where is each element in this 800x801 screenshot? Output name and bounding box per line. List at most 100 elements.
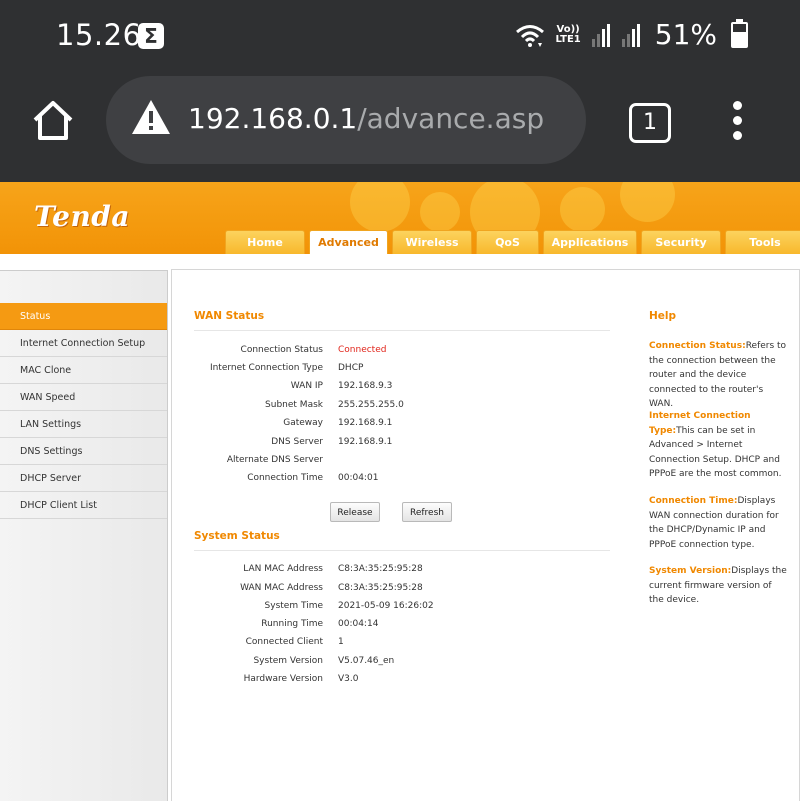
menu-dot-icon — [732, 131, 742, 140]
row-value: 00:04:14 — [338, 619, 379, 629]
row-label: System Time — [264, 601, 323, 611]
tab-qos[interactable]: QoS — [476, 230, 539, 254]
router-header: Tenda Home Advanced Wireless QoS Applica… — [0, 182, 800, 254]
wan-row: DNS Server 192.168.9.1 — [172, 437, 633, 451]
row-value: C8:3A:35:25:95:28 — [338, 583, 423, 593]
tab-advanced[interactable]: Advanced — [309, 230, 388, 254]
sidebar-menu: Status Internet Connection Setup MAC Clo… — [0, 303, 167, 519]
wan-row: Internet Connection Type DHCP — [172, 363, 633, 377]
divider — [194, 550, 610, 551]
row-value: 255.255.255.0 — [338, 400, 404, 410]
row-label: Connected Client — [245, 637, 323, 647]
wan-row: WAN IP 192.168.9.3 — [172, 381, 633, 395]
sidebar-item-status[interactable]: Status — [0, 303, 167, 330]
tenda-logo[interactable]: Tenda — [34, 200, 130, 233]
wan-row: Alternate DNS Server — [172, 455, 633, 469]
main-panel: WAN Status Connection Status Connected In… — [171, 269, 634, 801]
help-entry: System Version:Displays the current firm… — [649, 564, 787, 608]
row-label: Connection Status — [240, 345, 323, 355]
wan-status-title: WAN Status — [194, 310, 265, 322]
connection-status-value: Connected — [338, 345, 387, 355]
row-value: V5.07.46_en — [338, 656, 395, 666]
decor-bubble — [560, 187, 605, 232]
menu-dot-icon — [732, 116, 742, 125]
main-nav: Home Advanced Wireless QoS Applications … — [225, 230, 800, 254]
url-host: 192.168.0.1 — [188, 102, 358, 135]
overflow-menu-button[interactable] — [729, 101, 745, 141]
row-value: 192.168.9.3 — [338, 381, 393, 391]
row-value: 192.168.9.1 — [338, 437, 393, 447]
help-term: Connection Time: — [649, 496, 738, 506]
tab-tools[interactable]: Tools — [725, 230, 800, 254]
decor-bubble — [420, 192, 460, 232]
row-value: 00:04:01 — [338, 473, 379, 483]
home-icon — [33, 101, 73, 140]
sidebar-item-dhcp-server[interactable]: DHCP Server — [0, 465, 167, 492]
help-term: System Version: — [649, 566, 732, 576]
row-label: LAN MAC Address — [243, 564, 323, 574]
row-value: 1 — [338, 637, 344, 647]
tab-security[interactable]: Security — [641, 230, 721, 254]
wan-row: Subnet Mask 255.255.255.0 — [172, 400, 633, 414]
row-label: Hardware Version — [243, 674, 323, 684]
not-secure-warning-icon[interactable] — [130, 98, 172, 140]
row-value: 192.168.9.1 — [338, 418, 393, 428]
system-row: System Version V5.07.46_en — [172, 656, 633, 670]
battery-icon — [731, 18, 748, 48]
divider — [194, 330, 610, 331]
tab-applications[interactable]: Applications — [543, 230, 637, 254]
sidebar: Status Internet Connection Setup MAC Clo… — [0, 270, 168, 801]
clock: 15.26 — [56, 18, 142, 52]
address-bar[interactable]: 192.168.0.1/advance.asp — [106, 76, 586, 164]
notification-sigma-icon: Σ — [138, 23, 164, 49]
status-bar: 15.26 Σ Vo)) LTE1 51% — [0, 0, 800, 76]
system-row: Running Time 00:04:14 — [172, 619, 633, 633]
browser-toolbar: 192.168.0.1/advance.asp 1 — [0, 76, 800, 182]
system-status-title: System Status — [194, 530, 280, 542]
sidebar-item-mac-clone[interactable]: MAC Clone — [0, 357, 167, 384]
sidebar-item-lan-settings[interactable]: LAN Settings — [0, 411, 167, 438]
tab-wireless[interactable]: Wireless — [392, 230, 472, 254]
row-value: 2021-05-09 16:26:02 — [338, 601, 434, 611]
wan-row: Gateway 192.168.9.1 — [172, 418, 633, 432]
system-row: System Time 2021-05-09 16:26:02 — [172, 601, 633, 615]
system-row: LAN MAC Address C8:3A:35:25:95:28 — [172, 564, 633, 578]
row-label: Alternate DNS Server — [226, 455, 323, 465]
sidebar-item-wan-speed[interactable]: WAN Speed — [0, 384, 167, 411]
wan-row: Connection Time 00:04:01 — [172, 473, 633, 487]
row-label: WAN IP — [290, 381, 323, 391]
decor-bubble — [350, 182, 410, 232]
system-row: WAN MAC Address C8:3A:35:25:95:28 — [172, 583, 633, 597]
decor-bubble — [620, 182, 675, 222]
refresh-button[interactable]: Refresh — [402, 502, 452, 522]
tab-switcher-button[interactable]: 1 — [629, 103, 671, 143]
url-text[interactable]: 192.168.0.1/advance.asp — [188, 102, 544, 135]
sidebar-item-dhcp-client-list[interactable]: DHCP Client List — [0, 492, 167, 519]
row-value: C8:3A:35:25:95:28 — [338, 564, 423, 574]
row-value: V3.0 — [338, 674, 359, 684]
help-entry: Connection Time:Displays WAN connection … — [649, 494, 787, 552]
home-button[interactable] — [30, 98, 76, 144]
row-label: Gateway — [283, 418, 323, 428]
row-label: System Version — [253, 656, 323, 666]
wan-row: Connection Status Connected — [172, 345, 633, 359]
row-label: Running Time — [261, 619, 323, 629]
help-entry: Internet Connection Type:This can be set… — [649, 409, 787, 482]
row-label: Internet Connection Type — [209, 363, 323, 373]
tab-home[interactable]: Home — [225, 230, 305, 254]
row-label: DNS Server — [271, 437, 323, 447]
url-path: /advance.asp — [357, 102, 545, 135]
system-row: Hardware Version V3.0 — [172, 674, 633, 688]
signal-icon-sim2 — [621, 23, 641, 47]
row-label: WAN MAC Address — [240, 583, 323, 593]
wifi-icon — [515, 23, 545, 47]
row-label: Subnet Mask — [265, 400, 323, 410]
volte-bottom-label: LTE1 — [555, 33, 581, 45]
system-icons: Vo)) LTE1 51% — [515, 18, 748, 51]
release-button[interactable]: Release — [330, 502, 380, 522]
system-row: Connected Client 1 — [172, 637, 633, 651]
sidebar-item-internet-connection-setup[interactable]: Internet Connection Setup — [0, 330, 167, 357]
row-label: Connection Time — [247, 473, 323, 483]
help-term: Connection Status: — [649, 341, 746, 351]
sidebar-item-dns-settings[interactable]: DNS Settings — [0, 438, 167, 465]
